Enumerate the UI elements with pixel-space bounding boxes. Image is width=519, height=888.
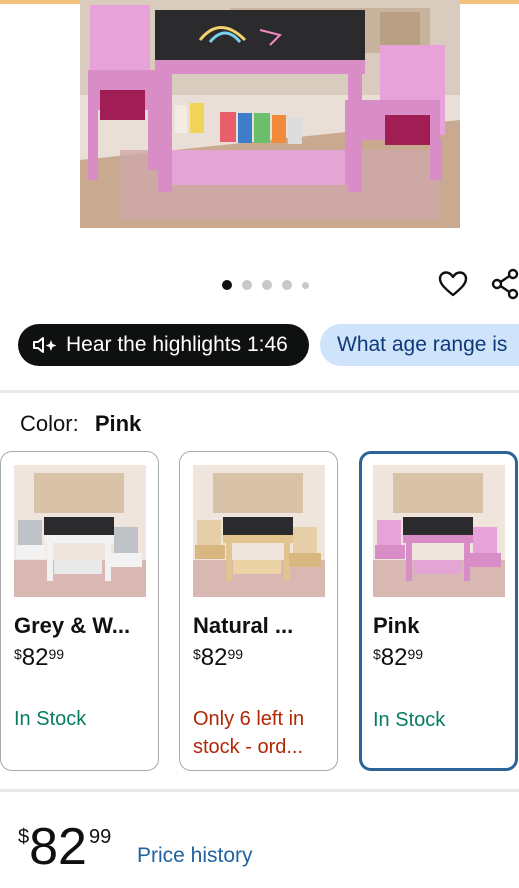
wishlist-button[interactable] <box>437 268 469 300</box>
variant-stock-status: In Stock <box>14 708 87 730</box>
variant-card-grey-white[interactable]: Grey & W... $8299 In Stock <box>0 451 159 771</box>
color-selector-heading: Color: Pink <box>20 411 141 437</box>
price-history-link[interactable]: Price history <box>137 844 253 868</box>
carousel-dot-2[interactable] <box>242 280 252 290</box>
heart-icon <box>438 271 468 297</box>
carousel-dot-4[interactable] <box>282 280 292 290</box>
variant-price: $8299 <box>14 644 65 671</box>
variant-stock-status: In Stock <box>373 709 446 731</box>
variant-card-pink-selected[interactable]: Pink $8299 In Stock <box>359 451 518 771</box>
variant-card-natural[interactable]: Natural ... $8299 Only 6 left in stock -… <box>179 451 338 771</box>
color-label: Color: <box>20 411 79 436</box>
variant-thumbnail <box>14 465 146 597</box>
variant-price: $8299 <box>193 644 244 671</box>
share-icon <box>491 268 519 300</box>
carousel-dot-3[interactable] <box>262 280 272 290</box>
product-main-image[interactable] <box>80 0 460 228</box>
selected-color-value: Pink <box>94 411 142 436</box>
share-button[interactable] <box>490 268 519 300</box>
carousel-dot-1[interactable] <box>222 280 232 290</box>
variant-name: Natural ... <box>193 613 294 638</box>
speaker-sparkle-icon <box>32 335 58 355</box>
hear-highlights-label: Hear the highlights 1:46 <box>66 333 288 356</box>
variant-name: Pink <box>373 613 420 638</box>
suggested-question-label: What age range is <box>337 333 508 356</box>
variant-stock-status: Only 6 left in stock - ord... <box>193 708 305 758</box>
kids-table-chairs-pink-illustration <box>80 0 460 228</box>
image-carousel-dots[interactable] <box>222 280 309 290</box>
variant-price: $8299 <box>373 644 424 671</box>
suggested-question-chip[interactable]: What age range is <box>320 324 519 366</box>
hear-highlights-chip[interactable]: Hear the highlights 1:46 <box>18 324 309 366</box>
carousel-dot-5[interactable] <box>302 281 309 289</box>
product-price: $ 82 99 <box>18 818 112 876</box>
section-divider <box>0 390 519 393</box>
variant-thumbnail <box>193 465 325 597</box>
section-divider <box>0 789 519 792</box>
variant-thumbnail <box>373 465 505 597</box>
variant-name: Grey & W... <box>14 613 131 638</box>
